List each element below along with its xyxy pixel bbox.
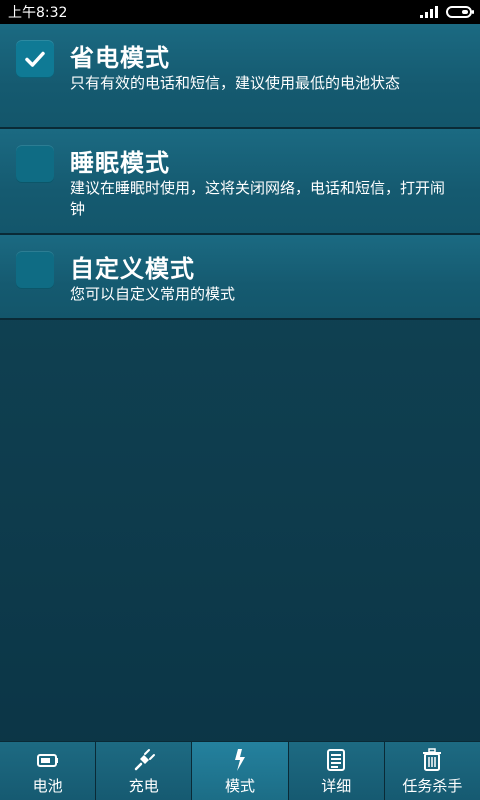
tab-battery[interactable]: 电池 xyxy=(0,742,97,800)
battery-status-icon xyxy=(446,6,474,18)
mode-checkbox-power-saving[interactable] xyxy=(16,40,54,78)
tab-label: 充电 xyxy=(128,776,159,795)
mode-list: 省电模式 只有有效的电话和短信，建议使用最低的电池状态 睡眠模式 建议在睡眠时使… xyxy=(0,24,480,320)
document-icon xyxy=(323,747,349,773)
status-time: 上午8:32 xyxy=(8,5,68,21)
tab-label: 电池 xyxy=(32,776,63,795)
tab-label: 详细 xyxy=(321,776,352,795)
tab-label: 任务杀手 xyxy=(402,776,463,795)
mode-item-sleep[interactable]: 睡眠模式 建议在睡眠时使用，这将关闭网络，电话和短信，打开闹钟 xyxy=(0,129,480,235)
mode-description: 您可以自定义常用的模式 xyxy=(70,285,236,303)
mode-checkbox-sleep[interactable] xyxy=(16,145,54,183)
mode-item-custom[interactable]: 自定义模式 您可以自定义常用的模式 xyxy=(0,235,480,320)
tab-label: 模式 xyxy=(225,776,256,795)
tab-charging[interactable]: 充电 xyxy=(96,742,193,800)
signal-icon xyxy=(420,6,438,18)
plug-icon xyxy=(131,747,157,773)
bottom-nav: 电池 充电 模式 详细 任务杀手 xyxy=(0,741,480,800)
mode-title: 省电模式 xyxy=(70,44,170,72)
mode-description: 建议在睡眠时使用，这将关闭网络，电话和短信，打开闹钟 xyxy=(70,179,446,218)
mode-description: 只有有效的电话和短信，建议使用最低的电池状态 xyxy=(70,74,401,92)
lightning-icon xyxy=(227,747,253,773)
status-icons xyxy=(420,6,474,18)
tab-details[interactable]: 详细 xyxy=(288,742,385,800)
trash-icon xyxy=(419,747,445,773)
check-icon xyxy=(25,51,45,67)
tab-mode[interactable]: 模式 xyxy=(192,742,289,800)
mode-title: 自定义模式 xyxy=(70,255,195,283)
battery-icon xyxy=(35,747,61,773)
mode-checkbox-custom[interactable] xyxy=(16,251,54,289)
mode-item-power-saving[interactable]: 省电模式 只有有效的电话和短信，建议使用最低的电池状态 xyxy=(0,24,480,129)
mode-title: 睡眠模式 xyxy=(70,149,170,177)
tab-task-killer[interactable]: 任务杀手 xyxy=(384,742,480,800)
status-bar: 上午8:32 xyxy=(0,0,480,24)
